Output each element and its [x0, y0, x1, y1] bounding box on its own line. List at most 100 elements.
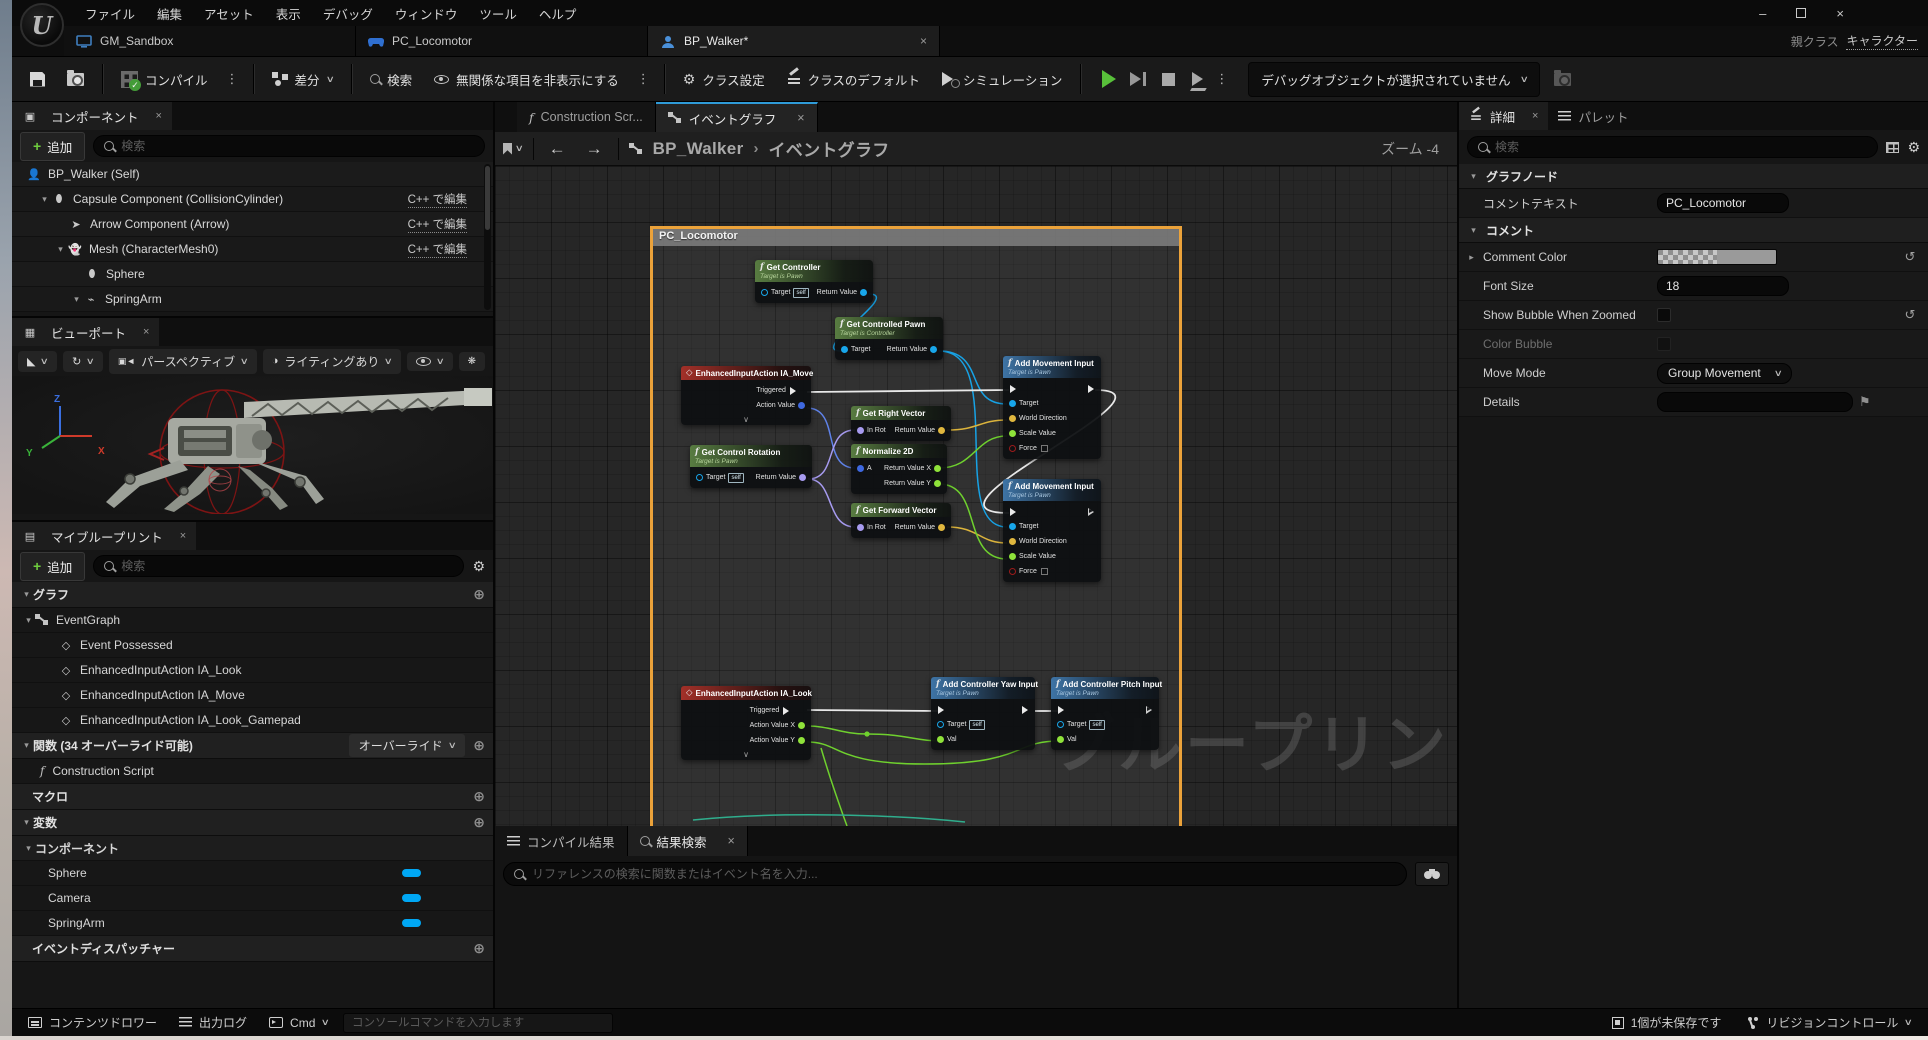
tab-close-icon[interactable]: × — [797, 111, 804, 125]
bookmarks-dropdown[interactable]: ∨ — [503, 143, 523, 155]
node-get-controlled-pawn[interactable]: fGet Controlled Pawn Target is Controlle… — [835, 317, 943, 360]
menu-edit[interactable]: 編集 — [146, 0, 193, 28]
minimize-button[interactable]: – — [1759, 7, 1766, 20]
pin-return-value-x[interactable] — [934, 465, 941, 472]
color-bubble-checkbox[interactable] — [1657, 337, 1671, 351]
node-get-control-rotation[interactable]: fGet Control Rotation Target is Pawn Tar… — [690, 445, 812, 488]
pin-action-value[interactable] — [798, 402, 805, 409]
hide-unrelated-kebab[interactable]: ⋮ — [633, 67, 654, 91]
class-defaults-button[interactable]: クラスのデフォルト — [779, 64, 928, 95]
pin-exec-in[interactable] — [1010, 508, 1016, 516]
functions-section-header[interactable]: ▾ 関数 (34 オーバーライド可能) オーバーライド ∨ ⊕ — [12, 733, 493, 759]
add-graph-icon[interactable]: ⊕ — [473, 586, 485, 603]
close-button[interactable]: × — [1836, 7, 1844, 20]
reset-to-default-icon[interactable]: ↺ — [1892, 249, 1928, 265]
tree-row-mesh-component[interactable]: ▾ 👻 Mesh (CharacterMesh0) C++ で編集 — [12, 237, 493, 262]
viewport-lit-dropdown[interactable]: ◑ ライティングあり ∨ — [263, 349, 401, 374]
variable-visibility-pill[interactable] — [402, 869, 421, 877]
components-tab[interactable]: ▣ コンポーネント × — [12, 102, 172, 130]
flag-icon[interactable]: ⚑ — [1859, 394, 1871, 410]
palette-tab[interactable]: パレット — [1548, 102, 1638, 130]
edit-in-cpp-link[interactable]: C++ で編集 — [408, 241, 467, 258]
event-ia-look-row[interactable]: ◇ EnhancedInputAction IA_Look — [12, 658, 493, 683]
caret-down-icon[interactable]: ▾ — [38, 194, 51, 205]
viewport-perspective-dropdown[interactable]: ▣◄ パースペクティブ ∨ — [109, 349, 257, 374]
menu-debug[interactable]: デバッグ — [312, 0, 384, 28]
find-in-blueprints-button[interactable] — [1415, 862, 1449, 886]
node-add-movement-input-1[interactable]: fAdd Movement Input Target is Pawn Targe… — [1003, 356, 1101, 459]
node-add-controller-yaw-input[interactable]: fAdd Controller Yaw Input Target is Pawn… — [931, 677, 1035, 750]
parent-class-link[interactable]: キャラクター — [1846, 32, 1918, 50]
viewport-tab-close-icon[interactable]: × — [143, 326, 149, 338]
tab-pc-locomotor[interactable]: PC_Locomotor — [356, 26, 648, 56]
components-scrollbar[interactable] — [484, 164, 491, 310]
node-enhancedinputaction-ia-look[interactable]: ◇EnhancedInputAction IA_Look Triggered A… — [681, 686, 811, 760]
override-dropdown[interactable]: オーバーライド ∨ — [349, 734, 465, 757]
details-search-input[interactable] — [1495, 140, 1867, 154]
pin-action-value-y[interactable] — [798, 737, 805, 744]
add-variable-icon[interactable]: ⊕ — [473, 814, 485, 831]
pin-a[interactable] — [857, 465, 864, 472]
node-get-controller[interactable]: fGet Controller Target is Pawn Targetsel… — [755, 260, 873, 303]
show-bubble-checkbox[interactable] — [1657, 308, 1671, 322]
variable-visibility-pill[interactable] — [402, 894, 421, 902]
console-command-field[interactable] — [343, 1013, 613, 1033]
pin-force[interactable] — [1009, 445, 1016, 452]
cmd-dropdown[interactable]: Cmd ∨ — [261, 1012, 337, 1034]
my-blueprint-tab[interactable]: ▤ マイブループリント × — [12, 522, 196, 550]
force-checkbox[interactable] — [1041, 568, 1048, 575]
event-ia-move-row[interactable]: ◇ EnhancedInputAction IA_Move — [12, 683, 493, 708]
compile-button[interactable]: ✓ コンパイル — [113, 64, 216, 95]
my-blueprint-search-input[interactable] — [121, 559, 453, 573]
my-blueprint-tab-close-icon[interactable]: × — [180, 530, 186, 542]
nav-forward-button[interactable]: → — [581, 140, 608, 157]
debug-object-dropdown[interactable]: デバッグオブジェクトが選択されていません ∨ — [1248, 62, 1540, 97]
pin-exec-out[interactable] — [1088, 508, 1094, 516]
edit-in-cpp-link[interactable]: C++ で編集 — [408, 191, 467, 208]
debug-browse-button[interactable] — [1546, 67, 1579, 92]
pin-action-value-x[interactable] — [798, 722, 805, 729]
details-text-input[interactable] — [1657, 392, 1853, 412]
maximize-button[interactable] — [1796, 8, 1806, 18]
tree-row-springarm[interactable]: ▾ ⌁ SpringArm — [12, 287, 493, 312]
pin-return-value[interactable] — [860, 289, 867, 296]
menu-view[interactable]: 表示 — [265, 0, 312, 28]
pin-return-value[interactable] — [938, 427, 945, 434]
caret-down-icon[interactable]: ▾ — [70, 294, 83, 305]
tree-row-bp-walker-self[interactable]: 👤 BP_Walker (Self) — [12, 162, 493, 187]
node-get-right-vector[interactable]: fGet Right Vector In Rot Return Value — [851, 406, 951, 441]
pin-target[interactable] — [937, 721, 944, 728]
class-settings-button[interactable]: ⚙ クラス設定 — [675, 64, 773, 95]
pin-scale-value[interactable] — [1009, 430, 1016, 437]
caret-right-icon[interactable]: ▸ — [1465, 252, 1478, 263]
play-options-kebab[interactable]: ⋮ — [1211, 67, 1232, 91]
pin-exec-in[interactable] — [1010, 385, 1016, 393]
pin-world-direction[interactable] — [1009, 538, 1016, 545]
menu-window[interactable]: ウィンドウ — [384, 0, 469, 28]
my-blueprint-search[interactable] — [93, 555, 464, 577]
console-command-input[interactable] — [352, 1017, 604, 1029]
my-blueprint-settings-gear-icon[interactable]: ⚙ — [472, 559, 485, 573]
details-search[interactable] — [1467, 136, 1878, 158]
pin-force[interactable] — [1009, 568, 1016, 575]
menu-tools[interactable]: ツール — [468, 0, 528, 28]
node-normalize-2d[interactable]: fNormalize 2D A Return Value X Return Va… — [851, 444, 947, 494]
node-get-forward-vector[interactable]: fGet Forward Vector In Rot Return Value — [851, 503, 951, 538]
pin-exec-in[interactable] — [938, 706, 944, 714]
edit-in-cpp-link[interactable]: C++ で編集 — [408, 216, 467, 233]
compile-results-tab[interactable]: コンパイル結果 — [495, 826, 628, 856]
viewport-select-mode-button[interactable]: ◣∨ — [18, 351, 57, 372]
node-add-movement-input-2[interactable]: fAdd Movement Input Target is Pawn Targe… — [1003, 479, 1101, 582]
pin-target[interactable] — [841, 346, 848, 353]
event-ia-look-gamepad-row[interactable]: ◇ EnhancedInputAction IA_Look_Gamepad — [12, 708, 493, 733]
browse-asset-button[interactable] — [59, 67, 92, 92]
content-drawer-button[interactable]: コンテンツドロワー — [20, 1010, 165, 1035]
save-button[interactable] — [22, 66, 53, 93]
details-tab-close-icon[interactable]: × — [1532, 110, 1538, 122]
components-category-row[interactable]: ▾ コンポーネント — [12, 836, 493, 861]
variable-camera-row[interactable]: Camera — [12, 886, 493, 911]
hide-unrelated-button[interactable]: 無関係な項目を非表示にする — [426, 64, 627, 95]
font-size-input[interactable] — [1657, 276, 1789, 296]
force-checkbox[interactable] — [1041, 445, 1048, 452]
pin-world-direction[interactable] — [1009, 415, 1016, 422]
